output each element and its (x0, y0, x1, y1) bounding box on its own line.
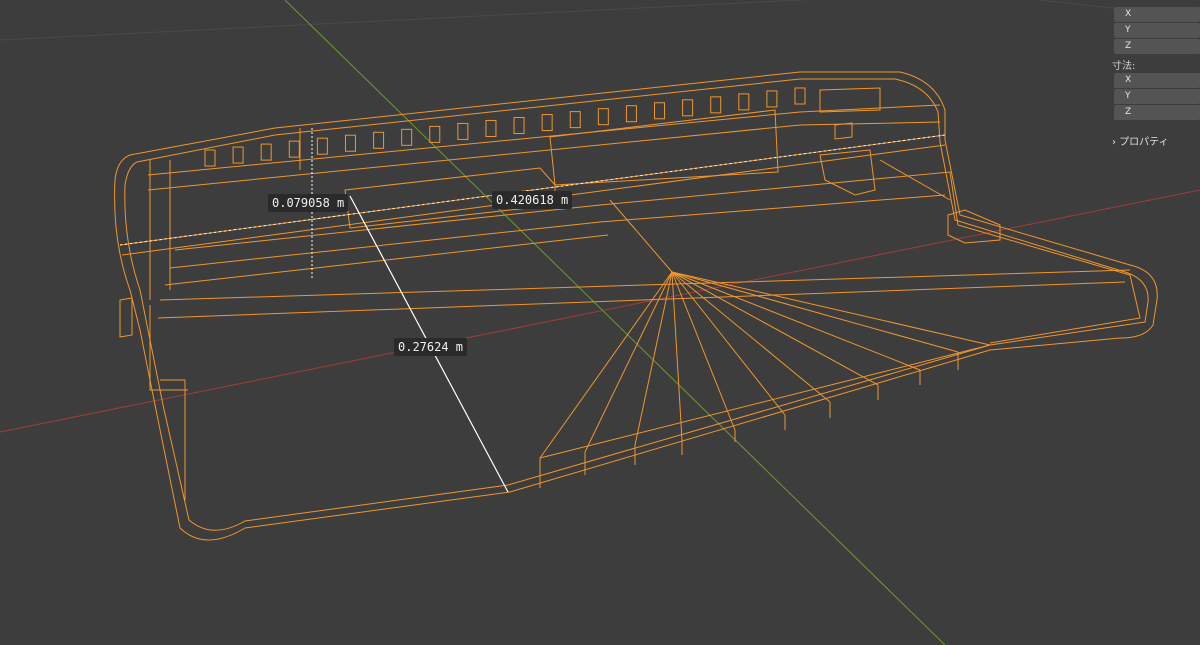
wall-tooth (569, 111, 581, 129)
wall-tooth (710, 96, 722, 114)
3d-viewport[interactable]: 0.079058 m 0.420618 m 0.27624 m (0, 0, 1200, 645)
wall-tooth (344, 134, 356, 152)
scale-z-field[interactable]: Z (1114, 39, 1200, 54)
dimension-label-depth: 0.27624 m (394, 338, 468, 356)
wall-tooth (260, 143, 272, 161)
dimension-label-width: 0.420618 m (492, 191, 573, 209)
x-axis-line (0, 189, 1200, 433)
y-axis-line (284, 0, 946, 645)
wall-tooth (401, 128, 413, 146)
wall-tooth (429, 125, 441, 143)
wall-tooth (485, 119, 497, 137)
wall-tooth (597, 108, 609, 126)
wall-tooth (738, 93, 750, 111)
wall-tooth (541, 114, 553, 132)
dimensions-y-field[interactable]: Y (1114, 89, 1200, 104)
grid-line (0, 0, 811, 41)
dimensions-header: 寸法: (1112, 61, 1136, 72)
properties-toggle[interactable]: › プロパティ (1112, 133, 1169, 148)
wall-tooth (513, 117, 525, 135)
dimensions-x-field[interactable]: X (1114, 73, 1200, 88)
wall-tooth (373, 131, 385, 149)
wall-tooth (457, 122, 469, 140)
viewport-canvas[interactable] (0, 0, 1200, 645)
wall-tooth (682, 99, 694, 117)
chevron-right-icon: › (1112, 137, 1116, 148)
dimensions-z-field[interactable]: Z (1114, 105, 1200, 120)
properties-panel: X Y Z 寸法: X Y Z › プロパティ (1106, 0, 1200, 160)
wall-tooth (625, 105, 637, 123)
wireframe-mesh (114, 71, 1158, 541)
wall-tooth (766, 90, 778, 108)
dimension-label-height: 0.079058 m (268, 194, 349, 212)
scale-x-field[interactable]: X (1114, 7, 1200, 22)
wall-tooth (204, 149, 216, 167)
wall-tooth (654, 102, 666, 120)
wall-tooth (232, 146, 244, 164)
properties-label: プロパティ (1119, 137, 1169, 148)
wall-tooth (316, 137, 328, 155)
scale-y-field[interactable]: Y (1114, 23, 1200, 38)
wall-tooth (794, 87, 806, 105)
wall-tooth (288, 140, 300, 158)
